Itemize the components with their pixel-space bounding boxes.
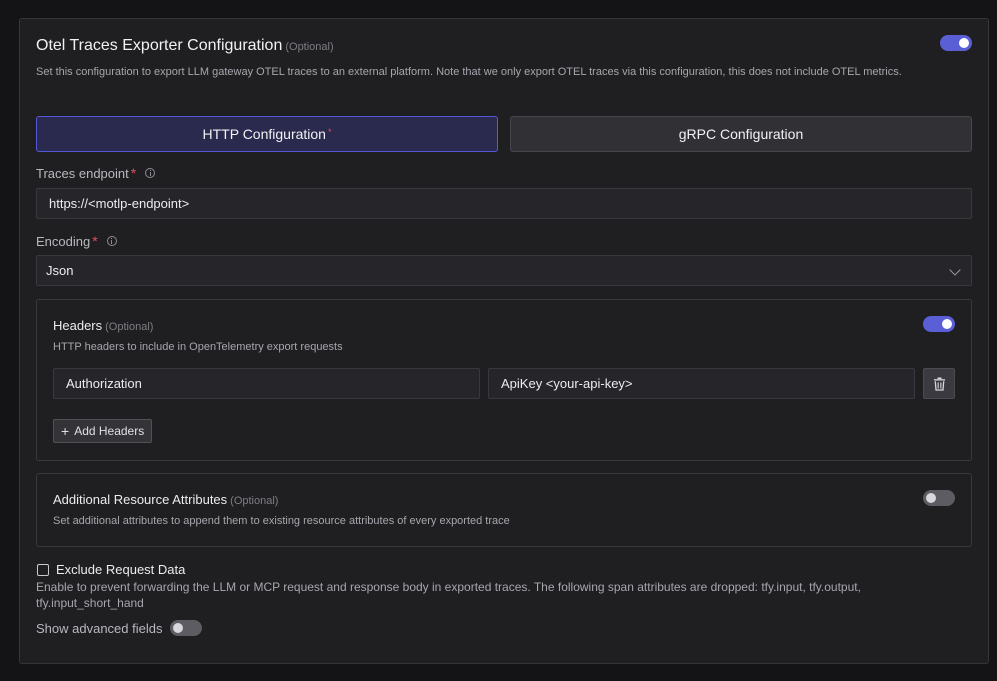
resource-attributes-card: Additional Resource Attributes (Optional)… bbox=[36, 473, 972, 547]
trash-icon bbox=[933, 377, 945, 391]
exclude-request-row: Exclude Request Data bbox=[37, 562, 185, 577]
chevron-down-icon bbox=[949, 264, 961, 276]
otel-traces-exporter-panel: Otel Traces Exporter Configuration (Optio… bbox=[19, 18, 989, 664]
traces-endpoint-label-text: Traces endpoint bbox=[36, 165, 129, 181]
headers-title-row: Headers (Optional) bbox=[53, 318, 153, 333]
encoding-label-text: Encoding bbox=[36, 233, 91, 249]
header-key-input[interactable]: Authorization bbox=[53, 368, 480, 399]
exclude-request-description: Enable to prevent forwarding the LLM or … bbox=[36, 580, 861, 610]
required-mark: * bbox=[130, 165, 137, 181]
headers-card: Headers (Optional) HTTP headers to includ… bbox=[36, 299, 972, 461]
advanced-fields-toggle[interactable] bbox=[170, 620, 203, 636]
traces-endpoint-input[interactable]: https://<motlp-endpoint> bbox=[36, 188, 972, 219]
headers-title: Headers bbox=[53, 318, 103, 333]
delete-header-button[interactable] bbox=[923, 368, 955, 399]
header-key-value: Authorization bbox=[66, 376, 142, 391]
required-mark: * bbox=[327, 127, 332, 137]
header-value-input[interactable]: ApiKey <your-api-key> bbox=[488, 368, 915, 399]
traces-endpoint-label: Traces endpoint * bbox=[36, 165, 156, 181]
optional-tag: (Optional) bbox=[105, 321, 154, 333]
headers-toggle[interactable] bbox=[923, 316, 955, 332]
required-mark: * bbox=[92, 233, 98, 249]
encoding-label: Encoding * bbox=[36, 233, 117, 249]
advanced-fields-label: Show advanced fields bbox=[36, 620, 163, 636]
resource-attributes-description: Set additional attributes to append them… bbox=[53, 515, 510, 527]
toggle-knob bbox=[926, 493, 936, 503]
optional-tag: (Optional) bbox=[230, 495, 279, 507]
optional-tag: (Optional) bbox=[285, 41, 334, 53]
advanced-fields-row: Show advanced fields bbox=[36, 620, 203, 636]
traces-endpoint-value: https://<motlp-endpoint> bbox=[49, 196, 190, 211]
resource-attributes-title-row: Additional Resource Attributes (Optional) bbox=[53, 492, 278, 507]
toggle-knob bbox=[173, 623, 184, 633]
panel-description: Set this configuration to export LLM gat… bbox=[36, 66, 902, 78]
tab-http-configuration[interactable]: HTTP Configuration * bbox=[36, 116, 498, 152]
info-icon[interactable] bbox=[106, 236, 117, 246]
otel-enable-toggle[interactable] bbox=[940, 35, 972, 51]
info-icon[interactable] bbox=[145, 168, 156, 178]
resource-attributes-title: Additional Resource Attributes bbox=[53, 492, 228, 507]
add-headers-button[interactable]: + Add Headers bbox=[53, 419, 153, 443]
add-headers-label: Add Headers bbox=[74, 424, 145, 438]
encoding-value: Json bbox=[46, 263, 74, 278]
toggle-knob bbox=[942, 319, 952, 329]
exclude-request-label: Exclude Request Data bbox=[56, 562, 186, 577]
plus-icon: + bbox=[61, 423, 70, 439]
tab-grpc-configuration[interactable]: gRPC Configuration bbox=[510, 116, 972, 152]
toggle-knob bbox=[959, 38, 969, 48]
panel-title-row: Otel Traces Exporter Configuration (Optio… bbox=[36, 37, 334, 55]
encoding-select[interactable]: Json bbox=[36, 255, 972, 286]
headers-description: HTTP headers to include in OpenTelemetry… bbox=[53, 341, 343, 353]
header-value-value: ApiKey <your-api-key> bbox=[501, 376, 633, 391]
tab-http-label: HTTP Configuration bbox=[202, 126, 326, 142]
panel-title: Otel Traces Exporter Configuration bbox=[36, 37, 283, 54]
tab-grpc-label: gRPC Configuration bbox=[678, 126, 804, 142]
exclude-request-checkbox[interactable] bbox=[37, 563, 49, 576]
resource-attributes-toggle[interactable] bbox=[923, 490, 955, 506]
